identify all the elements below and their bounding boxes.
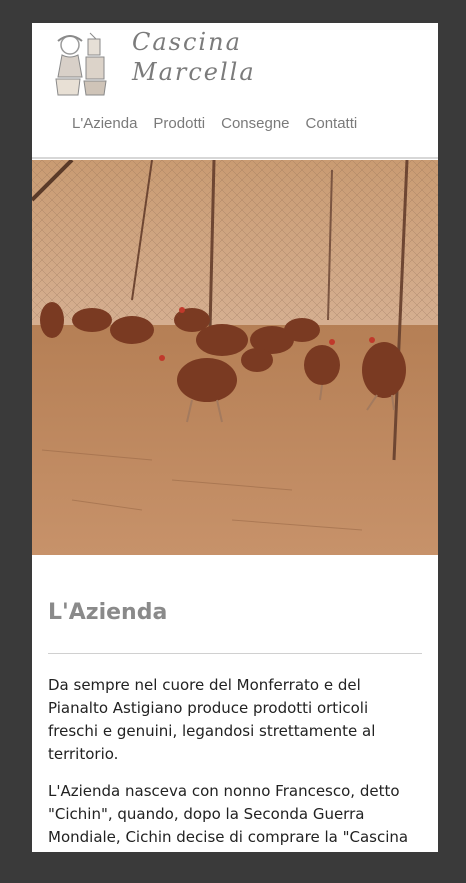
hero-image-chickens [32,160,438,555]
main-nav: L'Azienda Prodotti Consegne Contatti [72,115,357,132]
farmer-drawing-logo-icon[interactable] [50,29,112,99]
title-divider [48,653,422,654]
site-brand[interactable]: Cascina Marcella [132,27,256,87]
article-title: L'Azienda [48,600,168,625]
nav-item-contatti[interactable]: Contatti [306,115,358,132]
nav-item-azienda[interactable]: L'Azienda [72,115,137,132]
site-header: Cascina Marcella L'Azienda Prodotti Cons… [32,23,438,158]
header-divider [32,157,438,159]
brand-line-1: Cascina [132,28,242,56]
article-paragraph-2: L'Azienda nasceva con nonno Francesco, d… [48,782,409,852]
nav-item-prodotti[interactable]: Prodotti [153,115,205,132]
nav-item-consegne[interactable]: Consegne [221,115,289,132]
article-content: L'Azienda Da sempre nel cuore del Monfer… [48,598,422,852]
page-card: Cascina Marcella L'Azienda Prodotti Cons… [32,23,438,852]
brand-line-2: Marcella [132,58,256,86]
article-paragraph-1: Da sempre nel cuore del Monferrato e del… [48,676,376,763]
